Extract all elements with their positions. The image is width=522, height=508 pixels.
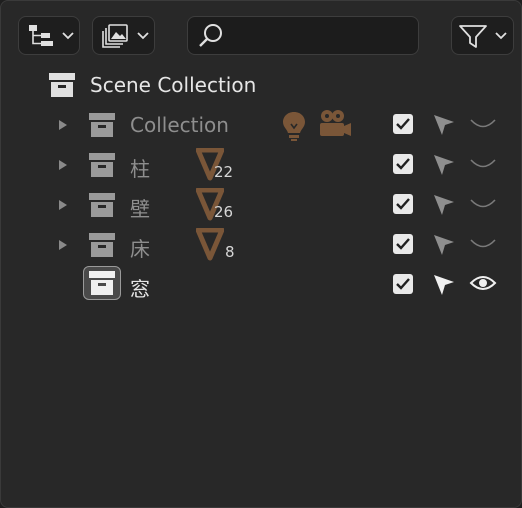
expand-arrow-icon[interactable] [56, 238, 70, 252]
collection-box-icon [89, 271, 115, 295]
tree-row-collection[interactable]: Collection [1, 105, 522, 145]
object-count: 26 [214, 203, 234, 221]
expand-arrow-icon[interactable] [56, 198, 70, 212]
collection-box-icon [89, 193, 115, 217]
eye-closed-icon[interactable] [469, 155, 497, 175]
tree-row-floor[interactable]: 床 8 [1, 225, 522, 265]
tree-row-label: Collection [130, 113, 229, 137]
tree-row-label: 壁 [130, 197, 150, 221]
camera-icon [320, 110, 351, 136]
collection-box-icon [89, 113, 115, 137]
search-input[interactable] [228, 23, 412, 49]
outliner-panel: Scene Collection Collection 柱 22 壁 26 床 … [0, 0, 522, 508]
eye-closed-icon[interactable] [469, 235, 497, 255]
collection-box-icon [89, 233, 115, 257]
tree-row-pillar[interactable]: 柱 22 [1, 145, 522, 185]
chevron-down-icon [495, 32, 507, 40]
expand-arrow-icon[interactable] [56, 118, 70, 132]
eye-closed-icon[interactable] [469, 195, 497, 215]
eye-closed-icon[interactable] [469, 115, 497, 135]
scene-collection-label: Scene Collection [90, 73, 257, 97]
image-stack-icon [102, 24, 128, 48]
outliner-header [1, 1, 522, 63]
display-mode-dropdown[interactable] [18, 16, 80, 55]
exclude-checkbox[interactable] [393, 154, 413, 174]
outliner-tree-icon [29, 25, 53, 46]
select-arrow-icon[interactable] [431, 152, 457, 178]
checkmark-icon [396, 278, 410, 290]
expand-arrow-icon[interactable] [56, 158, 70, 172]
collection-box-icon [89, 153, 115, 177]
filter-dropdown[interactable] [451, 16, 514, 55]
active-collection-highlight [83, 266, 121, 300]
checkmark-icon [396, 118, 410, 130]
exclude-checkbox[interactable] [393, 274, 413, 294]
funnel-icon [459, 25, 487, 48]
select-arrow-icon[interactable] [431, 192, 457, 218]
scene-collection-row[interactable]: Scene Collection [1, 65, 522, 105]
collection-box-icon [49, 73, 75, 97]
exclude-checkbox[interactable] [393, 114, 413, 134]
tree-row-label: 床 [130, 237, 150, 261]
tree-row-label: 窓 [130, 277, 150, 301]
checkmark-icon [396, 158, 410, 170]
tree-row-wall[interactable]: 壁 26 [1, 185, 522, 225]
select-arrow-icon[interactable] [431, 112, 457, 138]
tree-row-window[interactable]: 窓 [1, 265, 522, 305]
object-count: 8 [225, 243, 235, 261]
tree-row-label: 柱 [130, 157, 150, 181]
search-field[interactable] [187, 16, 419, 55]
mesh-triangle-icon [196, 228, 224, 261]
eye-open-icon[interactable] [469, 273, 497, 293]
search-icon [199, 24, 222, 47]
checkmark-icon [396, 238, 410, 250]
select-arrow-icon[interactable] [431, 272, 457, 298]
light-bulb-icon [283, 112, 305, 141]
checkmark-icon [396, 198, 410, 210]
select-arrow-icon[interactable] [431, 232, 457, 258]
exclude-checkbox[interactable] [393, 194, 413, 214]
chevron-down-icon [62, 32, 74, 40]
object-count: 22 [214, 163, 234, 181]
chevron-down-icon [137, 32, 149, 40]
view-layer-dropdown[interactable] [92, 16, 155, 55]
exclude-checkbox[interactable] [393, 234, 413, 254]
